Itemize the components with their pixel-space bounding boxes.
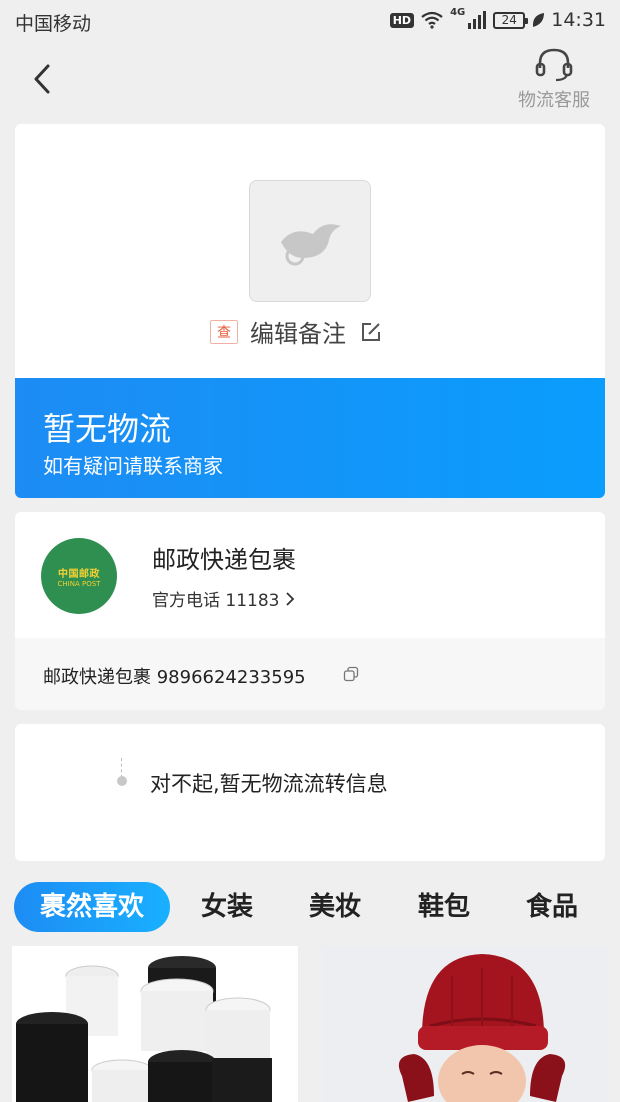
wifi-icon — [421, 11, 443, 29]
logistics-status-banner: 暂无物流 如有疑问请联系商家 — [15, 378, 605, 498]
package-status-card: 查 编辑备注 暂无物流 如有疑问请联系商家 — [15, 124, 605, 498]
courier-name: 邮政快递包裹 — [152, 546, 296, 574]
trace-empty-message: 对不起,暂无物流流转信息 — [150, 772, 388, 796]
product-card[interactable] — [12, 946, 298, 1102]
tab-shoes-bags[interactable]: 鞋包 — [418, 882, 470, 932]
courier-phone-text: 官方电话 11183 — [152, 591, 280, 611]
status-bar: 中国移动 HD 4G 24 14:31 — [0, 0, 620, 42]
product-image — [322, 946, 608, 1102]
edit-note-row[interactable]: 查 编辑备注 — [210, 314, 382, 349]
battery-icon: 24 — [493, 11, 529, 29]
product-card[interactable] — [322, 946, 608, 1102]
check-tag: 查 — [210, 319, 238, 344]
banner-title: 暂无物流 — [43, 410, 172, 448]
product-thumbnail[interactable] — [249, 180, 371, 302]
logo-text-cn: 中国邮政 — [58, 568, 100, 580]
logistics-service-button[interactable]: 物流客服 — [512, 46, 596, 112]
tab-food[interactable]: 食品 — [526, 882, 578, 932]
tab-recommend[interactable]: 裹然喜欢 — [14, 882, 170, 932]
nav-bar: 物流客服 — [0, 42, 620, 117]
logo-text-en: CHINA POST — [57, 579, 101, 588]
chevron-right-icon — [286, 591, 295, 606]
tracking-number-row: 邮政快递包裹 9896624233595 — [15, 638, 605, 710]
signal-icon — [468, 11, 487, 29]
logistics-trace-card: 对不起,暂无物流流转信息 — [15, 724, 605, 861]
back-arrow-icon[interactable] — [28, 62, 58, 96]
timeline-line — [121, 758, 123, 778]
network-type: 4G — [450, 6, 466, 18]
status-icons: HD 4G 24 14:31 — [389, 6, 606, 31]
recommend-tabs: 裹然喜欢 女装 美妆 鞋包 食品 — [14, 882, 614, 934]
edit-note-label: 编辑备注 — [250, 320, 346, 348]
leaf-icon — [533, 13, 545, 27]
bird-placeholder-icon — [281, 224, 341, 266]
hd-badge: HD — [389, 12, 415, 28]
copy-icon[interactable] — [343, 666, 359, 682]
tracking-number: 邮政快递包裹 9896624233595 — [43, 667, 306, 688]
clock: 14:31 — [551, 9, 606, 31]
tab-womens-clothing[interactable]: 女装 — [201, 882, 253, 932]
edit-icon[interactable] — [360, 321, 382, 343]
carrier-name: 中国移动 — [15, 13, 92, 35]
headset-icon — [535, 48, 573, 82]
courier-card: 中国邮政 CHINA POST 邮政快递包裹 官方电话 11183 邮政快递包裹… — [15, 512, 605, 710]
china-post-logo: 中国邮政 CHINA POST — [41, 538, 117, 614]
tab-beauty[interactable]: 美妆 — [309, 882, 361, 932]
timeline-dot — [117, 776, 127, 786]
service-label: 物流客服 — [518, 90, 590, 111]
product-image — [12, 946, 298, 1102]
banner-subtitle: 如有疑问请联系商家 — [43, 454, 223, 478]
courier-phone-link[interactable]: 官方电话 11183 — [152, 586, 295, 611]
